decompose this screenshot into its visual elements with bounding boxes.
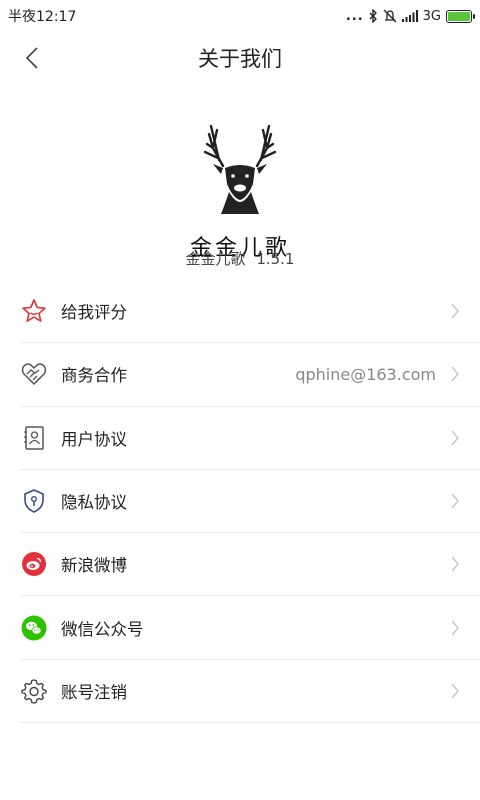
back-button[interactable] [14, 40, 50, 76]
mute-icon [383, 9, 397, 23]
menu-item-business[interactable]: 商务合作 qphine@163.com [20, 343, 480, 407]
menu-item-label: 用户协议 [61, 429, 127, 449]
bluetooth-icon [369, 9, 377, 23]
chevron-right-icon [451, 430, 459, 446]
menu-item-privacy[interactable]: 隐私协议 [20, 470, 480, 534]
status-time: 半夜12:17 [8, 9, 77, 25]
battery-icon [446, 9, 475, 23]
network-type: 3G [422, 8, 441, 24]
menu-item-label: 商务合作 [61, 366, 127, 386]
app-version-line: 金金儿歌 1.5.1 [0, 248, 480, 269]
page-title: 关于我们 [198, 47, 282, 71]
privacy-shield-icon [20, 487, 48, 515]
handshake-icon [20, 360, 48, 388]
menu-item-label: 微信公众号 [61, 619, 144, 639]
notification-dots: ... [345, 8, 364, 24]
wechat-icon [20, 614, 48, 642]
status-bar: 半夜12:17 ... 3G [0, 0, 480, 32]
user-agreement-icon [20, 424, 48, 452]
app-version-number: 1.5.1 [256, 250, 295, 268]
app-name: 金金儿歌 [185, 250, 246, 268]
weibo-icon [20, 550, 48, 578]
settings-menu: 给我评分 商务合作 qphine@163.com 用户协议 隐私协议 新浪微博 [20, 280, 480, 724]
chevron-right-icon [451, 620, 459, 636]
menu-item-label: 给我评分 [61, 303, 127, 323]
chevron-right-icon [451, 366, 459, 382]
status-icons: ... 3G [345, 8, 475, 24]
menu-item-label: 新浪微博 [61, 556, 127, 576]
menu-item-wechat[interactable]: 微信公众号 [20, 596, 480, 660]
signal-icon [401, 10, 418, 22]
menu-item-label: 隐私协议 [61, 493, 127, 513]
menu-item-label: 账号注销 [61, 682, 127, 702]
business-email: qphine@163.com [295, 364, 436, 384]
nav-bar: 关于我们 [0, 36, 480, 80]
menu-item-rate[interactable]: 给我评分 [20, 280, 480, 344]
menu-item-user-agreement[interactable]: 用户协议 [20, 407, 480, 470]
chevron-right-icon [451, 303, 459, 319]
menu-item-delete-account[interactable]: 账号注销 [20, 660, 480, 724]
chevron-right-icon [451, 683, 459, 699]
chevron-left-icon [25, 47, 38, 69]
app-logo: 金金儿歌 [0, 118, 480, 262]
gear-icon [20, 677, 48, 705]
star-icon [20, 297, 48, 325]
chevron-right-icon [451, 556, 459, 572]
deer-logo-icon [203, 124, 277, 214]
menu-item-weibo[interactable]: 新浪微博 [20, 533, 480, 597]
chevron-right-icon [451, 493, 459, 509]
